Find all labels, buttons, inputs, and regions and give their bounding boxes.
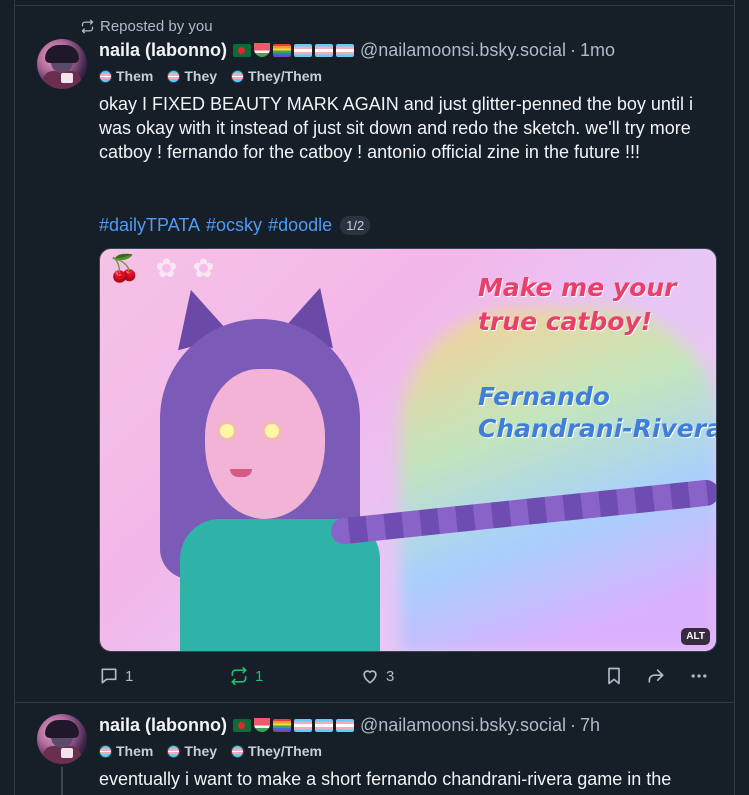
post-image[interactable]: 🍒 ✿ ✿ Make me your true catboy! Fernando… <box>99 248 717 652</box>
trans-flag-icon <box>336 43 354 57</box>
hashtag-link[interactable]: #dailyTPATA <box>99 215 200 236</box>
hashtag-row: #dailyTPATA #ocsky #doodle 1/2 <box>99 212 371 238</box>
repost-count: 1 <box>255 667 264 685</box>
share-button[interactable] <box>646 664 666 688</box>
author-handle[interactable]: @nailamoonsi.bsky.social <box>360 40 566 61</box>
feed-border-left <box>14 0 15 795</box>
pronoun-badge: Them <box>99 743 153 759</box>
heart-icon <box>363 670 377 684</box>
reposted-by-indicator[interactable]: Reposted by you <box>80 16 213 36</box>
pronoun-badge: They/Them <box>231 68 322 84</box>
character-eye <box>220 424 234 438</box>
separator-dot: · <box>570 39 577 60</box>
trans-flag-icon <box>99 69 112 83</box>
bangladesh-flag-icon <box>233 43 251 57</box>
feed-border-right <box>734 0 735 795</box>
image-rainbow-figure <box>400 309 716 651</box>
pronoun-badge: They/Them <box>231 743 322 759</box>
avatar[interactable] <box>37 714 87 764</box>
alt-text-badge[interactable]: ALT <box>681 628 710 645</box>
separator-dot: · <box>570 714 577 735</box>
post-divider <box>14 702 735 703</box>
pronoun-badges: Them They They/Them <box>99 67 322 85</box>
rainbow-flag-icon <box>273 43 291 57</box>
more-options-button[interactable] <box>689 664 709 688</box>
trans-flag-icon <box>315 43 333 57</box>
post-body-text: okay I FIXED BEAUTY MARK AGAIN and just … <box>99 94 693 162</box>
pronoun-badge: They <box>167 743 217 759</box>
thread-connector-line <box>61 767 63 795</box>
more-icon <box>691 674 707 678</box>
bookmark-button[interactable] <box>604 664 624 688</box>
reply-icon <box>101 668 117 684</box>
trans-flag-icon <box>99 744 112 758</box>
author-display-name[interactable]: naila (labonno) <box>99 40 227 61</box>
character-face <box>205 369 325 519</box>
post-author-row: naila (labonno) @nailamoonsi.bsky.social… <box>99 38 615 62</box>
image-count-badge: 1/2 <box>340 215 371 235</box>
rainbow-flag-icon <box>273 718 291 732</box>
watermelon-icon <box>254 43 270 57</box>
post-timestamp[interactable]: 7h <box>580 715 600 736</box>
hashtag-link[interactable]: #ocsky <box>206 215 262 236</box>
repost-icon <box>231 666 247 686</box>
pronoun-badge: Them <box>99 68 153 84</box>
hashtag-link[interactable]: #doodle <box>268 215 332 236</box>
post-timestamp[interactable]: 1mo <box>580 40 615 61</box>
bangladesh-flag-icon <box>233 718 251 732</box>
repost-icon <box>81 19 94 33</box>
reposted-by-label: Reposted by you <box>100 17 213 35</box>
trans-flag-icon <box>336 718 354 732</box>
like-count: 3 <box>386 667 395 685</box>
bookmark-icon <box>608 667 620 685</box>
like-button[interactable]: 3 <box>360 664 394 688</box>
reply-count: 1 <box>125 667 134 685</box>
name-emojis <box>233 43 354 57</box>
image-title-text: Make me your true catboy! <box>478 273 677 336</box>
reply-button[interactable]: 1 <box>99 664 133 688</box>
feed-border-top <box>14 5 735 6</box>
pronoun-badge: They <box>167 68 217 84</box>
trans-flag-icon <box>167 69 181 83</box>
author-handle[interactable]: @nailamoonsi.bsky.social <box>360 715 566 736</box>
trans-flag-icon <box>167 744 181 758</box>
author-display-name[interactable]: naila (labonno) <box>99 715 227 736</box>
post-author-row: naila (labonno) @nailamoonsi.bsky.social… <box>99 713 600 737</box>
post-action-bar: 1 1 3 <box>99 664 717 688</box>
trans-flag-icon <box>231 69 245 83</box>
post-body-text: eventually i want to make a short fernan… <box>99 769 672 789</box>
character-eye <box>265 424 279 438</box>
trans-flag-icon <box>294 718 312 732</box>
avatar[interactable] <box>37 39 87 89</box>
trans-flag-icon <box>294 43 312 57</box>
repost-button[interactable]: 1 <box>229 664 263 688</box>
watermelon-icon <box>254 718 270 732</box>
name-emojis <box>233 718 354 732</box>
image-character-name: Fernando Chandrani-Rivera <box>478 382 717 443</box>
trans-flag-icon <box>231 744 245 758</box>
trans-flag-icon <box>315 718 333 732</box>
share-icon <box>648 669 664 683</box>
pronoun-badges: Them They They/Them <box>99 742 322 760</box>
